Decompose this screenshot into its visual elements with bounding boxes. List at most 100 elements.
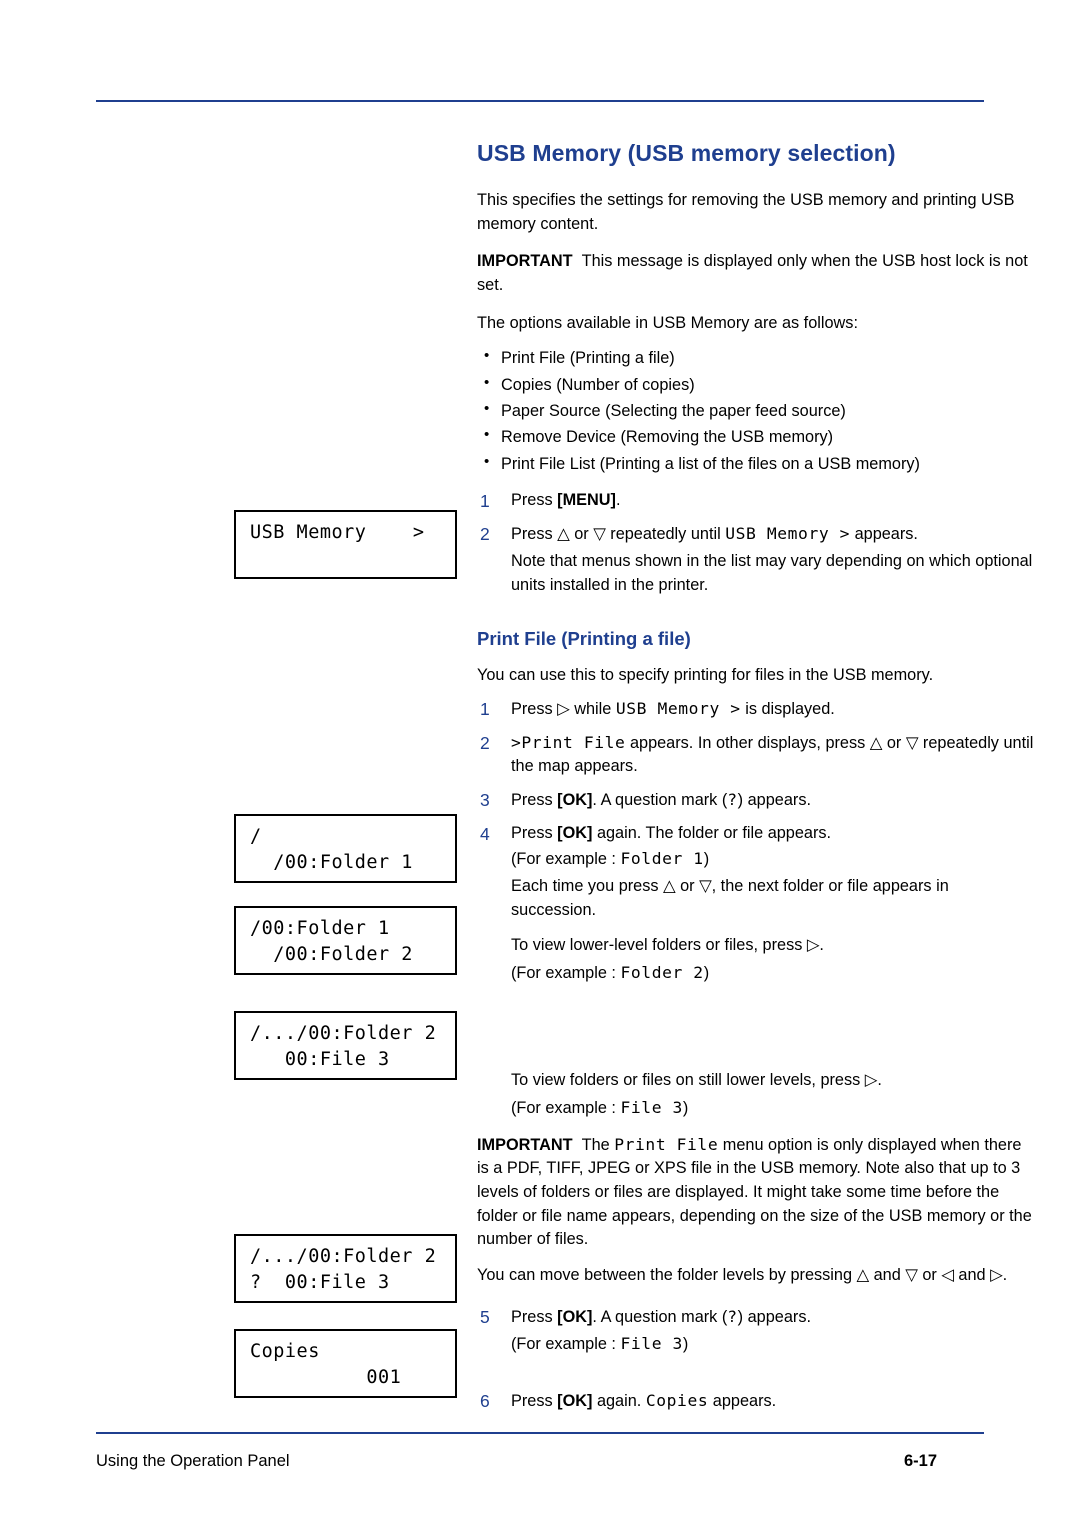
list-item: Paper Source (Selecting the paper feed s… <box>477 397 1037 424</box>
step-number: 3 <box>480 790 490 811</box>
up-arrow-icon: △ <box>557 524 570 543</box>
lcd-print-file-text: >Print File <box>511 732 626 752</box>
step-number: 5 <box>480 1307 490 1328</box>
step-number: 2 <box>480 523 490 544</box>
step4-note-1: Each time you press △ or ▽, the next fol… <box>511 876 949 919</box>
example-suffix: ) <box>703 963 710 982</box>
down-arrow-icon: ▽ <box>905 1265 918 1284</box>
steps-list-2: 1 Press ▷ while USB Memory > is displaye… <box>477 697 1037 845</box>
list-item: Remove Device (Removing the USB memory) <box>477 423 1037 450</box>
move-levels-note: You can move between the folder levels b… <box>477 1265 1008 1284</box>
up-arrow-icon: △ <box>869 733 883 752</box>
step-item: 2 Press △ or ▽ repeatedly until USB Memo… <box>477 522 1037 547</box>
lower-levels-note: To view folders or files on still lower … <box>511 1071 882 1090</box>
step-item: 4 Press [OK] again. The folder or file a… <box>477 822 1037 846</box>
lcd-copies-text: Copies <box>645 1390 709 1410</box>
step-item: 2 >Print File appears. In other displays… <box>477 731 1037 779</box>
lcd-panel-folder2-file3: /.../00:Folder 2 00:File 3 <box>234 1011 457 1080</box>
section2-intro: You can use this to specify printing for… <box>477 665 934 684</box>
right-arrow-icon: ▷ <box>557 700 570 719</box>
lcd-line-1: /.../00:Folder 2 <box>250 1246 437 1267</box>
step-text: Press [OK]. A question mark (?) appears. <box>511 1307 811 1327</box>
menu-key-label: [MENU] <box>557 491 616 510</box>
lower-levels-example: (For example : File 3) <box>511 1096 1037 1121</box>
lcd-panel-folder2-file3-query: /.../00:Folder 2 ? 00:File 3 <box>234 1234 457 1303</box>
intro-paragraph: This specifies the settings for removing… <box>477 191 1015 233</box>
example-prefix: (For example : <box>511 1099 621 1118</box>
down-arrow-icon: ▽ <box>593 524 606 543</box>
important-label: IMPORTANT <box>477 1135 573 1154</box>
down-arrow-icon: ▽ <box>699 876 712 895</box>
lcd-line-2: /00:Folder 2 <box>250 944 413 965</box>
lcd-panel-root-folder1: / /00:Folder 1 <box>234 814 457 883</box>
right-arrow-icon: ▷ <box>864 1071 878 1090</box>
important-note-1: IMPORTANT This message is displayed only… <box>477 250 1037 297</box>
step-number: 2 <box>480 732 490 753</box>
list-item: Print File List (Printing a list of the … <box>477 450 1037 477</box>
step-item: 6 Press [OK] again. Copies appears. <box>477 1389 1037 1414</box>
left-arrow-icon: ◁ <box>941 1265 954 1284</box>
options-lead: The options available in USB Memory are … <box>477 313 858 332</box>
right-arrow-icon: ▷ <box>806 936 820 955</box>
footer-page-number: 6-17 <box>904 1452 938 1470</box>
up-arrow-icon: △ <box>663 876 676 895</box>
lcd-line-1: USB Memory > <box>250 522 425 543</box>
menus-note: Note that menus shown in the list may va… <box>511 552 1033 594</box>
main-content: USB Memory (USB memory selection) This s… <box>477 140 1037 1422</box>
important-label: IMPORTANT <box>477 252 573 271</box>
lcd-folder2-text: Folder 2 <box>620 962 704 982</box>
lcd-usb-memory-text: USB Memory > <box>615 699 741 719</box>
lcd-line-2: 001 <box>250 1367 402 1388</box>
example-prefix: (For example : <box>511 963 621 982</box>
ok-key-label: [OK] <box>557 1391 593 1410</box>
ok-key-label: [OK] <box>557 791 593 810</box>
down-arrow-icon: ▽ <box>905 733 919 752</box>
step-number: 6 <box>480 1390 490 1411</box>
lcd-line-1: Copies <box>250 1341 320 1362</box>
up-arrow-icon: △ <box>856 1265 870 1284</box>
step-item: 1 Press [MENU]. <box>477 489 1037 513</box>
important-note-2: IMPORTANT The Print File menu option is … <box>477 1134 1032 1249</box>
lcd-line-2: ? 00:File 3 <box>250 1272 390 1293</box>
example-suffix: ) <box>682 1099 689 1118</box>
list-item: Copies (Number of copies) <box>477 371 1037 398</box>
step-text: >Print File appears. In other displays, … <box>511 732 1034 776</box>
options-list: Print File (Printing a file) Copies (Num… <box>477 344 1037 477</box>
step4-note-2: To view lower-level folders or files, pr… <box>511 936 824 955</box>
lcd-line-2: /00:Folder 1 <box>250 852 413 873</box>
lcd-panel-copies: Copies 001 <box>234 1329 457 1398</box>
step-text: Press △ or ▽ repeatedly until USB Memory… <box>511 523 918 543</box>
step-item: 5 Press [OK]. A question mark (?) appear… <box>477 1305 1037 1330</box>
step-text: Press [OK]. A question mark (?) appears. <box>511 790 811 810</box>
step-item: 1 Press ▷ while USB Memory > is displaye… <box>477 697 1037 722</box>
lcd-line-1: /00:Folder 1 <box>250 918 390 939</box>
header-rule <box>96 100 984 102</box>
lcd-line-1: / <box>250 826 262 847</box>
step5-example: (For example : File 3) <box>511 1332 1037 1357</box>
steps-list-3: 5 Press [OK]. A question mark (?) appear… <box>477 1305 1037 1330</box>
question-mark-glyph: ? <box>727 790 738 810</box>
lcd-file3-text: File 3 <box>620 1098 683 1118</box>
lcd-panel-usb-memory: USB Memory > <box>234 510 457 579</box>
lcd-file3-text: File 3 <box>620 1334 683 1354</box>
footer-rule <box>96 1432 984 1434</box>
lcd-folder1-text: Folder 1 <box>620 849 704 869</box>
list-item: Print File (Printing a file) <box>477 344 1037 371</box>
footer-left-text: Using the Operation Panel <box>96 1452 290 1470</box>
lcd-line-2: 00:File 3 <box>250 1049 390 1070</box>
step-number: 1 <box>480 699 490 720</box>
page-title: USB Memory (USB memory selection) <box>477 140 896 166</box>
step4-example-2: (For example : Folder 2) <box>511 961 1037 986</box>
right-arrow-icon: ▷ <box>990 1265 1003 1284</box>
document-page: Using the Operation Panel 6-17 USB Memor… <box>0 0 1080 1527</box>
step-text: Press [MENU]. <box>511 491 621 510</box>
lcd-print-file-menu-text: Print File <box>614 1134 719 1154</box>
example-suffix: ) <box>682 1335 689 1354</box>
lcd-line-1: /.../00:Folder 2 <box>250 1023 437 1044</box>
step-item: 3 Press [OK]. A question mark (?) appear… <box>477 788 1037 813</box>
step-text: Press ▷ while USB Memory > is displayed. <box>511 699 835 719</box>
step-number: 4 <box>480 823 490 844</box>
lcd-panel-folder1-folder2: /00:Folder 1 /00:Folder 2 <box>234 906 457 975</box>
ok-key-label: [OK] <box>557 823 593 842</box>
